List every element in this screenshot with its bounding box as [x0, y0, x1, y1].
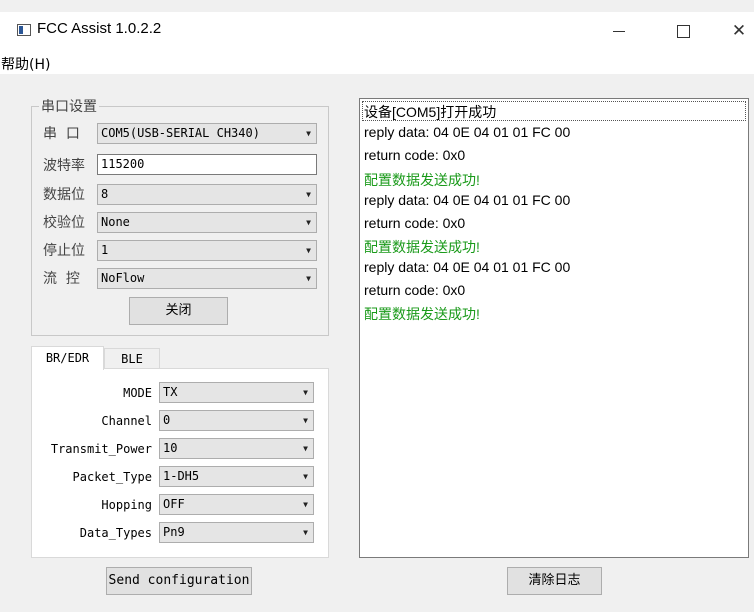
serial-group-title: 串口设置 — [39, 96, 99, 116]
channel-select[interactable]: 0 ▼ — [159, 410, 314, 431]
chevron-down-icon: ▼ — [306, 190, 311, 199]
log-output[interactable] — [359, 98, 749, 558]
clear-log-button[interactable]: 清除日志 — [507, 567, 602, 595]
log-line: 配置数据发送成功! — [364, 239, 480, 255]
parity-select[interactable]: None ▼ — [97, 212, 317, 233]
log-line: 设备[COM5]打开成功 — [364, 104, 497, 120]
chevron-down-icon: ▼ — [303, 472, 308, 481]
tab-ble[interactable]: BLE — [104, 348, 160, 368]
log-line: 配置数据发送成功! — [364, 172, 480, 188]
packet-type-value: 1-DH5 — [163, 469, 200, 483]
hopping-value: OFF — [163, 497, 185, 511]
log-line: return code: 0x0 — [364, 282, 466, 298]
maximize-button[interactable] — [660, 12, 706, 50]
log-line: reply data: 04 0E 04 01 01 FC 00 — [364, 192, 571, 208]
mode-select[interactable]: TX ▼ — [159, 382, 314, 403]
channel-value: 0 — [163, 413, 171, 427]
parity-label: 校验位 — [43, 215, 85, 231]
data-types-select[interactable]: Pn9 ▼ — [159, 522, 314, 543]
baud-label: 波特率 — [43, 158, 85, 174]
stopbits-select[interactable]: 1 ▼ — [97, 240, 317, 261]
chevron-down-icon: ▼ — [306, 274, 311, 283]
mode-value: TX — [163, 385, 178, 399]
log-line: reply data: 04 0E 04 01 01 FC 00 — [364, 259, 571, 275]
close-icon: ✕ — [731, 21, 747, 41]
chevron-down-icon: ▼ — [306, 218, 311, 227]
chevron-down-icon: ▼ — [303, 500, 308, 509]
menu-bar — [0, 50, 754, 74]
log-line: return code: 0x0 — [364, 215, 466, 231]
menu-help[interactable]: 帮助(H) — [1, 54, 50, 74]
parity-value: None — [101, 215, 130, 229]
baud-input[interactable]: 115200 — [97, 154, 317, 175]
flow-value: NoFlow — [101, 271, 145, 285]
close-port-button[interactable]: 关闭 — [129, 297, 228, 325]
tab-br-edr[interactable]: BR/EDR — [31, 346, 104, 370]
port-select[interactable]: COM5(USB-SERIAL CH340) ▼ — [97, 123, 317, 144]
chevron-down-icon: ▼ — [303, 444, 308, 453]
data-types-label: Data_Types — [79, 526, 152, 540]
mode-label: MODE — [123, 386, 152, 400]
window-title: FCC Assist 1.0.2.2 — [37, 20, 162, 37]
port-label: 串 口 — [43, 126, 80, 142]
chevron-down-icon: ▼ — [303, 388, 308, 397]
maximize-icon — [676, 24, 690, 38]
stopbits-label: 停止位 — [43, 243, 85, 259]
chevron-down-icon: ▼ — [306, 129, 311, 138]
packet-type-label: Packet_Type — [72, 470, 152, 484]
databits-value: 8 — [101, 187, 109, 201]
chevron-down-icon: ▼ — [306, 246, 311, 255]
minimize-icon — [613, 30, 625, 32]
log-line: 配置数据发送成功! — [364, 306, 480, 322]
log-line: reply data: 04 0E 04 01 01 FC 00 — [364, 124, 571, 140]
port-value: COM5(USB-SERIAL CH340) — [101, 126, 260, 140]
databits-select[interactable]: 8 ▼ — [97, 184, 317, 205]
transmit-power-select[interactable]: 10 ▼ — [159, 438, 314, 459]
transmit-power-value: 10 — [163, 441, 178, 455]
chevron-down-icon: ▼ — [303, 416, 308, 425]
packet-type-select[interactable]: 1-DH5 ▼ — [159, 466, 314, 487]
chevron-down-icon: ▼ — [303, 528, 308, 537]
flow-select[interactable]: NoFlow ▼ — [97, 268, 317, 289]
minimize-button[interactable] — [596, 12, 642, 50]
log-line: return code: 0x0 — [364, 147, 466, 163]
flow-label: 流 控 — [43, 271, 80, 287]
send-configuration-button[interactable]: Send configuration — [106, 567, 252, 595]
app-icon — [17, 24, 31, 36]
stopbits-value: 1 — [101, 243, 109, 257]
transmit-power-label: Transmit_Power — [50, 442, 152, 456]
hopping-select[interactable]: OFF ▼ — [159, 494, 314, 515]
close-button[interactable]: ✕ — [716, 12, 754, 50]
data-types-value: Pn9 — [163, 525, 185, 539]
hopping-label: Hopping — [101, 498, 152, 512]
channel-label: Channel — [101, 414, 152, 428]
databits-label: 数据位 — [43, 187, 85, 203]
